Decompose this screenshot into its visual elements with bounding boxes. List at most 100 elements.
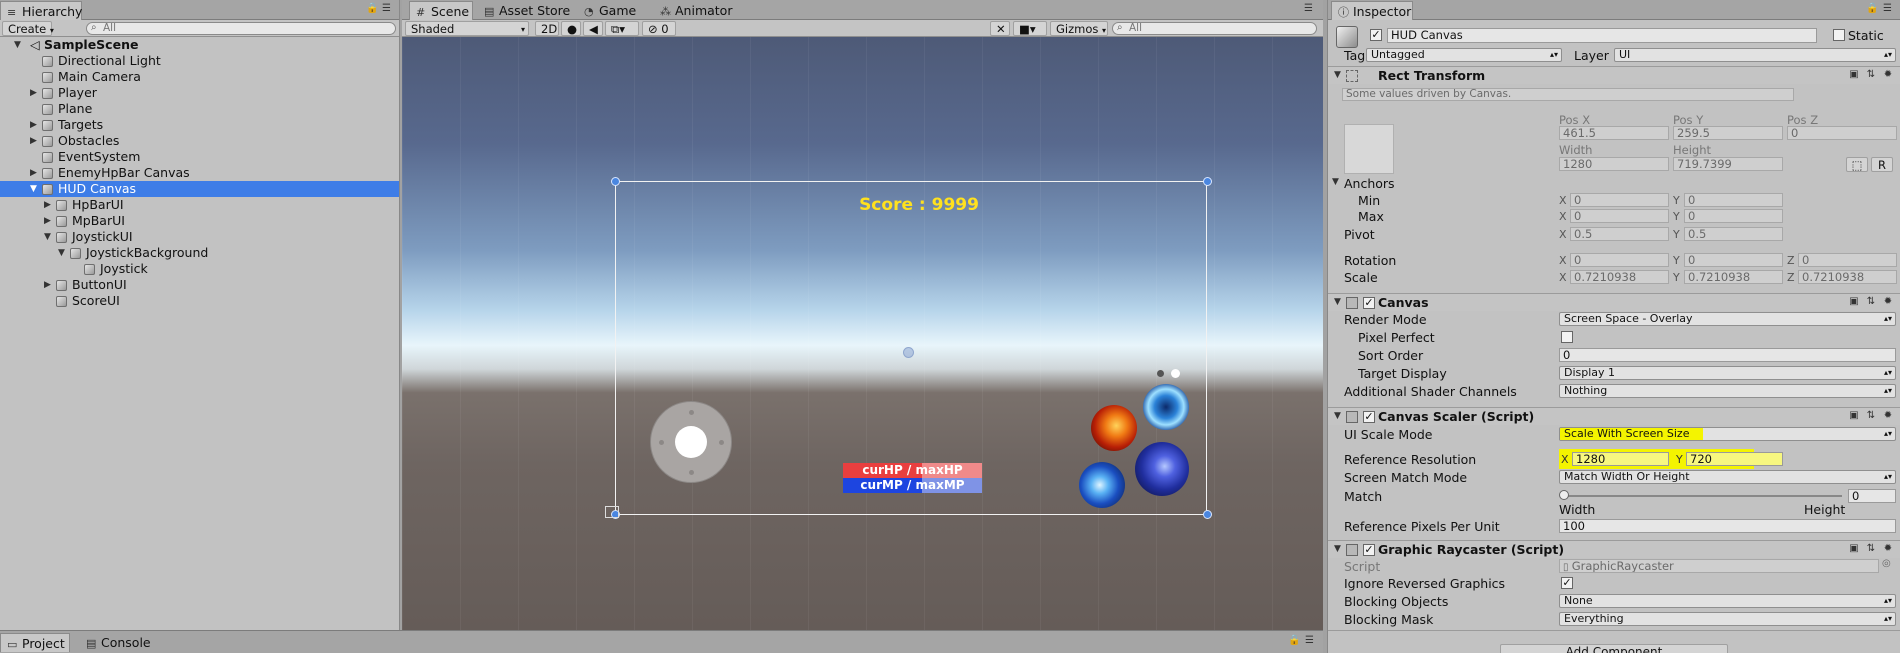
add-component-button[interactable]: Add Component (1500, 644, 1728, 653)
scale-x-field[interactable]: 0.7210938 (1570, 270, 1669, 284)
gear-icon[interactable]: ✹ (1882, 543, 1894, 555)
fold-open-icon[interactable]: ▼ (1334, 297, 1341, 307)
object-picker-icon[interactable]: ◎ (1882, 558, 1891, 569)
hierarchy-item[interactable]: ▶ Obstacles (0, 133, 399, 149)
hierarchy-item[interactable]: ▶ MpBarUI (0, 213, 399, 229)
ref-x-field[interactable]: 1280 (1572, 452, 1669, 466)
fold-closed-icon[interactable]: ▶ (44, 213, 54, 229)
width-field[interactable]: 1280 (1559, 157, 1669, 171)
scale-mode-dropdown[interactable]: Scale With Screen Size ▴▾ (1559, 427, 1896, 441)
lock-icon[interactable]: 🔒 (366, 3, 378, 14)
sort-order-field[interactable]: 0 (1559, 348, 1896, 362)
audio-toggle[interactable]: ◀ (583, 21, 603, 36)
hierarchy-item[interactable]: ScoreUI (0, 293, 399, 309)
rotation-x-field[interactable]: 0 (1570, 253, 1669, 267)
anchor-preset-icon[interactable] (1344, 124, 1394, 174)
tab-project[interactable]: ▭ Project (0, 633, 70, 652)
rotation-y-field[interactable]: 0 (1684, 253, 1783, 267)
help-book-icon[interactable]: ▣ (1848, 296, 1860, 308)
presets-icon[interactable]: ⇅ (1865, 543, 1877, 555)
tab-console[interactable]: ▤ Console (80, 633, 160, 652)
effects-dropdown[interactable]: ⧉▾ (605, 21, 639, 36)
min-y-field[interactable]: 0 (1684, 193, 1783, 207)
menu-icon[interactable]: ☰ (382, 3, 391, 14)
min-x-field[interactable]: 0 (1570, 193, 1669, 207)
tab-inspector[interactable]: ⓘ Inspector (1331, 1, 1413, 20)
fold-closed-icon[interactable]: ▶ (44, 197, 54, 213)
pos-x-field[interactable]: 461.5 (1559, 126, 1669, 140)
fold-open-icon[interactable]: ▼ (1334, 70, 1341, 80)
fold-closed-icon[interactable]: ▶ (44, 277, 54, 293)
fold-open-icon[interactable]: ▼ (14, 37, 24, 53)
fold-open-icon[interactable]: ▼ (58, 245, 68, 261)
hierarchy-item[interactable]: Joystick (0, 261, 399, 277)
hierarchy-item[interactable]: EventSystem (0, 149, 399, 165)
blocking-objects-dropdown[interactable]: None ▴▾ (1559, 594, 1896, 608)
water-skill-button[interactable] (1143, 384, 1189, 430)
max-y-field[interactable]: 0 (1684, 209, 1783, 223)
fold-open-icon[interactable]: ▼ (1334, 411, 1341, 421)
rect-handle[interactable] (1203, 510, 1212, 519)
active-checkbox[interactable]: ✓ (1370, 29, 1382, 41)
presets-icon[interactable]: ⇅ (1865, 296, 1877, 308)
presets-icon[interactable]: ⇅ (1865, 410, 1877, 422)
gear-icon[interactable]: ✹ (1882, 296, 1894, 308)
raycaster-enabled-checkbox[interactable]: ✓ (1363, 544, 1375, 556)
help-book-icon[interactable]: ▣ (1848, 410, 1860, 422)
hierarchy-item[interactable]: ▶ HpBarUI (0, 197, 399, 213)
fold-open-icon[interactable]: ▼ (1334, 544, 1341, 554)
fold-closed-icon[interactable]: ▶ (30, 133, 40, 149)
canvas-scaler-header[interactable]: ▼ ✓ Canvas Scaler (Script) ▣ ⇅ ✹ (1328, 407, 1900, 425)
lighting-toggle[interactable]: ● (561, 21, 581, 36)
script-field[interactable]: ▯ GraphicRaycaster (1559, 559, 1879, 573)
fold-closed-icon[interactable]: ▶ (30, 165, 40, 181)
match-slider-track[interactable] (1564, 495, 1842, 497)
scale-y-field[interactable]: 0.7210938 (1684, 270, 1783, 284)
match-mode-dropdown[interactable]: Match Width Or Height ▴▾ (1559, 470, 1896, 484)
canvas-scaler-enabled-checkbox[interactable]: ✓ (1363, 411, 1375, 423)
hierarchy-item[interactable]: ▼ JoystickBackground (0, 245, 399, 261)
graphic-raycaster-header[interactable]: ▼ ✓ Graphic Raycaster (Script) ▣ ⇅ ✹ (1328, 540, 1900, 558)
hierarchy-item[interactable]: ▶ ButtonUI (0, 277, 399, 293)
object-name-field[interactable]: HUD Canvas (1387, 28, 1817, 43)
height-field[interactable]: 719.7399 (1673, 157, 1783, 171)
menu-icon[interactable]: ☰ (1305, 635, 1314, 646)
rotation-z-field[interactable]: 0 (1798, 253, 1897, 267)
rect-handle[interactable] (611, 177, 620, 186)
anchor-gizmo[interactable] (605, 506, 619, 518)
fold-closed-icon[interactable]: ▶ (30, 117, 40, 133)
scene-viewport[interactable]: Score : 9999 curHP / maxHP curMP / maxMP (402, 37, 1323, 630)
lock-icon[interactable]: 🔒 (1866, 3, 1878, 14)
lightning-skill-button[interactable] (1079, 462, 1125, 508)
render-mode-dropdown[interactable]: Screen Space - Overlay ▴▾ (1559, 312, 1896, 326)
rect-handle[interactable] (1203, 177, 1212, 186)
menu-icon[interactable]: ☰ (1304, 3, 1313, 14)
pivot-x-field[interactable]: 0.5 (1570, 227, 1669, 241)
gear-icon[interactable]: ✹ (1882, 410, 1894, 422)
tab-animator[interactable]: ⁂ Animator (654, 1, 738, 20)
tag-dropdown[interactable]: Untagged ▴▾ (1366, 48, 1562, 62)
hierarchy-item[interactable]: ▶ EnemyHpBar Canvas (0, 165, 399, 181)
pos-z-field[interactable]: 0 (1787, 126, 1897, 140)
pos-y-field[interactable]: 259.5 (1673, 126, 1783, 140)
camera-dropdown[interactable]: ■▾ (1013, 21, 1047, 36)
pivot-y-field[interactable]: 0.5 (1684, 227, 1783, 241)
lock-icon[interactable]: 🔒 (1288, 635, 1300, 646)
scene-search-input[interactable]: ⌕ All (1112, 22, 1317, 35)
menu-icon[interactable]: ☰ (1883, 3, 1892, 14)
presets-icon[interactable]: ⇅ (1865, 69, 1877, 81)
ignore-reversed-checkbox[interactable]: ✓ (1561, 577, 1573, 589)
match-slider-thumb[interactable] (1559, 490, 1569, 500)
shading-mode-dropdown[interactable]: Shaded ▾ (405, 21, 529, 36)
hierarchy-item[interactable]: ▼ JoystickUI (0, 229, 399, 245)
gear-icon[interactable]: ✹ (1882, 69, 1894, 81)
hidden-objects-toggle[interactable]: ⊘ 0 (642, 21, 676, 36)
tab-scene[interactable]: # Scene (409, 1, 473, 20)
canvas-component-header[interactable]: ▼ ✓ Canvas ▣ ⇅ ✹ (1328, 293, 1900, 311)
tab-hierarchy[interactable]: ≡ Hierarchy (0, 1, 82, 20)
match-value-field[interactable]: 0 (1848, 489, 1896, 503)
scene-root[interactable]: ▼ ◁ SampleScene (0, 37, 399, 53)
hierarchy-item[interactable]: Plane (0, 101, 399, 117)
hierarchy-item[interactable]: Main Camera (0, 69, 399, 85)
ref-y-field[interactable]: 720 (1686, 452, 1783, 466)
